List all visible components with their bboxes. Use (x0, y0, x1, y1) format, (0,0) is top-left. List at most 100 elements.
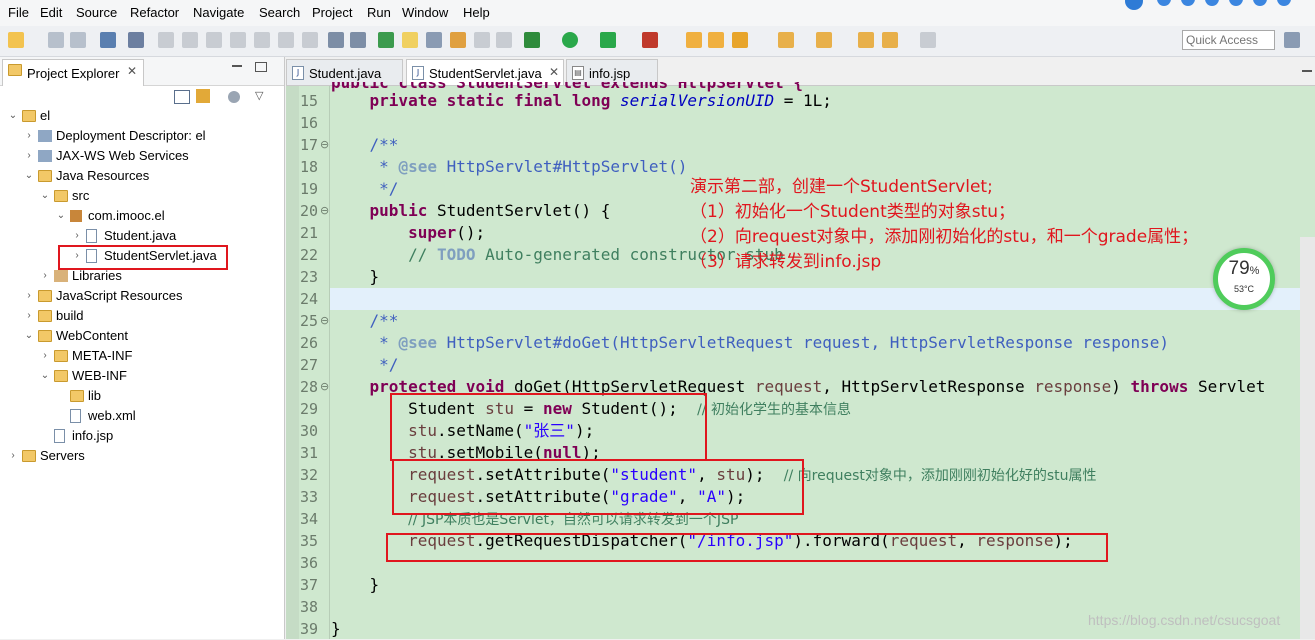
menu-window[interactable]: Window (402, 5, 448, 20)
quick-access-input[interactable] (1182, 30, 1275, 50)
tree-item[interactable]: ⌄ Java Resources (0, 166, 280, 186)
fold-toggle-icon[interactable]: ⊖ (320, 134, 329, 156)
search-icon[interactable] (732, 32, 748, 48)
step-over-icon[interactable] (278, 32, 294, 48)
minimize-icon[interactable] (232, 65, 242, 67)
tab-project-explorer[interactable]: Project Explorer ✕ (2, 59, 144, 86)
tree-item[interactable]: web.xml (0, 406, 280, 426)
terminate-icon[interactable] (206, 32, 222, 48)
close-icon[interactable]: ✕ (549, 65, 559, 79)
fold-toggle-icon[interactable]: ⊖ (320, 376, 329, 398)
open-task-icon[interactable] (328, 32, 344, 48)
vertical-scrollbar[interactable] (1300, 237, 1315, 639)
tab-studentservlet-java[interactable]: J StudentServlet.java ✕ (406, 59, 564, 85)
tab-student-java[interactable]: J Student.java (286, 59, 403, 85)
save-all-icon[interactable] (70, 32, 86, 48)
tab-info-jsp[interactable]: ▤ info.jsp (566, 59, 658, 85)
minimize-icon[interactable] (1302, 70, 1312, 72)
back-icon[interactable] (882, 32, 898, 48)
terminal-icon[interactable] (100, 32, 116, 48)
fold-toggle-icon[interactable]: ⊖ (320, 310, 329, 332)
tree-item[interactable]: ⌄ WEB-INF (0, 366, 280, 386)
chevron-down-icon[interactable]: ⌄ (24, 326, 34, 346)
skip-breakpoints-icon[interactable] (128, 32, 144, 48)
code-editor[interactable]: 15 16 17 ⊖ 18 19 20 ⊖ 21 22 23 24 25 ⊖ 26 27 28 ⊖ 29 30 31 32… (286, 82, 1315, 639)
chevron-right-icon[interactable]: › (40, 266, 50, 286)
step-into-icon[interactable] (254, 32, 270, 48)
last-edit-icon[interactable] (858, 32, 874, 48)
toggle-mark-icon[interactable] (426, 32, 442, 48)
chevron-right-icon[interactable]: › (24, 306, 34, 326)
tree-item[interactable]: › Deployment Descriptor: el (0, 126, 280, 146)
tree-item[interactable]: lib (0, 386, 280, 406)
close-icon[interactable]: ✕ (127, 64, 137, 78)
tree-item-label: META-INF (72, 348, 133, 363)
menu-project[interactable]: Project (312, 5, 352, 20)
line-number: 19 (300, 180, 319, 198)
fold-toggle-icon[interactable]: ⊖ (320, 200, 329, 222)
menu-edit[interactable]: Edit (40, 5, 62, 20)
new-project-icon[interactable] (686, 32, 702, 48)
coverage-icon[interactable] (600, 32, 616, 48)
chevron-right-icon[interactable]: › (40, 346, 50, 366)
tree-item[interactable]: › build (0, 306, 280, 326)
line-number: 26 (300, 334, 319, 352)
tree-item[interactable]: info.jsp (0, 426, 280, 446)
prev-annotation-icon[interactable] (816, 32, 832, 48)
suspend-icon[interactable] (182, 32, 198, 48)
chevron-right-icon[interactable]: › (72, 226, 82, 246)
menu-help[interactable]: Help (463, 5, 490, 20)
tree-item[interactable]: › Student.java (0, 226, 280, 246)
open-console-icon[interactable] (350, 32, 366, 48)
annotation-step3: （3）请求转发到info.jsp (690, 252, 882, 272)
memory-gauge[interactable]: 79% 53°C (1213, 248, 1275, 310)
disconnect-icon[interactable] (230, 32, 246, 48)
tree-item[interactable]: ⌄ el (0, 106, 280, 126)
link-editor-icon[interactable] (196, 89, 210, 103)
chevron-down-icon[interactable]: ⌄ (24, 166, 34, 186)
chevron-down-icon[interactable]: ⌄ (40, 366, 50, 386)
run-icon[interactable] (562, 32, 578, 48)
tree-item[interactable]: ⌄ WebContent (0, 326, 280, 346)
view-menu-icon[interactable]: ▽ (255, 89, 263, 102)
external-tools-icon[interactable] (642, 32, 658, 48)
open-type-icon[interactable] (708, 32, 724, 48)
forward-icon[interactable] (920, 32, 936, 48)
show-whitespace-icon[interactable] (474, 32, 490, 48)
pilcrow-icon[interactable] (496, 32, 512, 48)
chevron-right-icon[interactable]: › (24, 286, 34, 306)
open-perspective-icon[interactable] (1284, 32, 1300, 48)
tree-item[interactable]: › JavaScript Resources (0, 286, 280, 306)
tree-item[interactable]: › META-INF (0, 346, 280, 366)
chevron-right-icon[interactable]: › (24, 146, 34, 166)
chevron-down-icon[interactable]: ⌄ (40, 186, 50, 206)
chevron-right-icon[interactable]: › (8, 446, 18, 466)
menu-run[interactable]: Run (367, 5, 391, 20)
tree-item[interactable]: › JAX-WS Web Services (0, 146, 280, 166)
save-icon[interactable] (48, 32, 64, 48)
new-icon[interactable] (8, 32, 24, 48)
java-file-icon: J (412, 66, 424, 80)
focus-icon[interactable] (228, 91, 240, 103)
chevron-down-icon[interactable]: ⌄ (8, 106, 18, 126)
highlight-icon[interactable] (402, 32, 418, 48)
new-server-icon[interactable] (378, 32, 394, 48)
menu-refactor[interactable]: Refactor (130, 5, 179, 20)
menu-file[interactable]: File (8, 5, 29, 20)
tree-item[interactable]: ⌄ com.imooc.el (0, 206, 280, 226)
tree-item[interactable]: › Servers (0, 446, 280, 466)
debug-icon[interactable] (524, 32, 540, 48)
collapse-all-icon[interactable] (174, 90, 190, 104)
annotation-icon[interactable] (450, 32, 466, 48)
menu-search[interactable]: Search (259, 5, 300, 20)
chevron-right-icon[interactable]: › (24, 126, 34, 146)
maximize-icon[interactable] (255, 62, 267, 72)
menu-navigate[interactable]: Navigate (193, 5, 244, 20)
package-icon (70, 210, 82, 222)
step-return-icon[interactable] (302, 32, 318, 48)
next-annotation-icon[interactable] (778, 32, 794, 48)
tree-item[interactable]: ⌄ src (0, 186, 280, 206)
menu-source[interactable]: Source (76, 5, 117, 20)
resume-icon[interactable] (158, 32, 174, 48)
chevron-down-icon[interactable]: ⌄ (56, 206, 66, 226)
